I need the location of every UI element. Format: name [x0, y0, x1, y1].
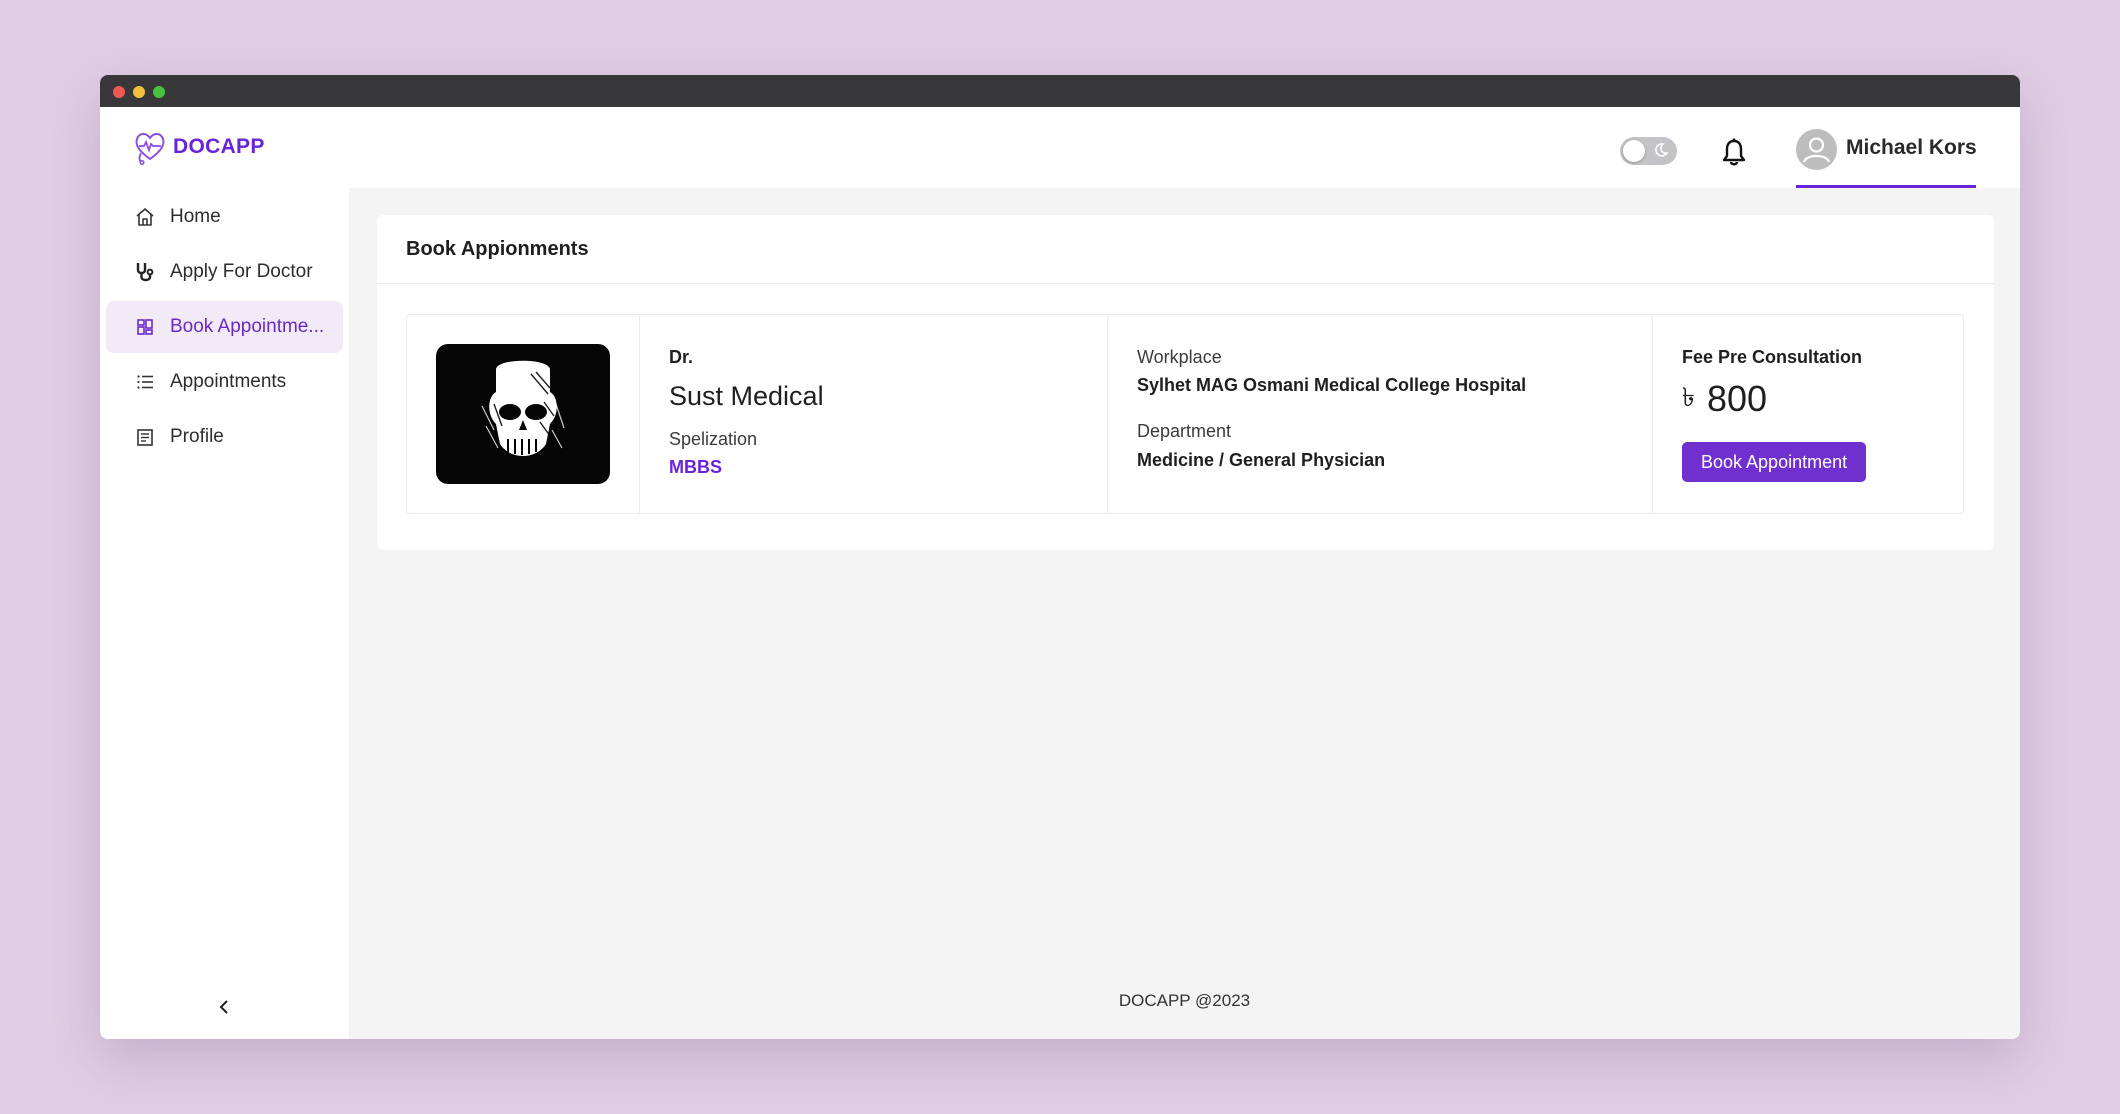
- app-window: DOCAPP Michael Kors Home Apply For Docto…: [100, 75, 2020, 1039]
- close-window-button[interactable]: [113, 86, 125, 98]
- app-logo[interactable]: DOCAPP: [133, 129, 265, 165]
- app-name: DOCAPP: [173, 135, 265, 158]
- currency-symbol: ৳: [1682, 382, 1695, 412]
- doctor-photo: [436, 344, 610, 484]
- specialization-value: MBBS: [669, 457, 722, 477]
- doctor-workplace-cell: Workplace Sylhet MAG Osmani Medical Coll…: [1108, 315, 1653, 513]
- theme-toggle[interactable]: [1620, 137, 1677, 165]
- heart-stethoscope-icon: [135, 133, 165, 165]
- sidebar-item-label: Appointments: [170, 371, 287, 392]
- workplace-value: Sylhet MAG Osmani Medical College Hospit…: [1137, 375, 1527, 395]
- user-menu[interactable]: Michael Kors: [1796, 129, 1977, 188]
- bell-icon[interactable]: [1720, 137, 1748, 167]
- list-icon: [137, 375, 153, 389]
- card-header: Book Appionments: [377, 215, 1994, 284]
- specialization-label: Spelization: [669, 429, 758, 449]
- profile-icon: [137, 429, 153, 446]
- grid-icon: [137, 319, 153, 335]
- book-appointment-button[interactable]: Book Appointment: [1682, 442, 1867, 482]
- doctor-card: Dr. Sust Medical Spelization MBBS Workpl…: [406, 314, 1964, 514]
- department-label: Department: [1137, 421, 1232, 441]
- sidebar-item-apply-for-doctor[interactable]: Apply For Doctor: [106, 246, 343, 298]
- sidebar-item-appointments[interactable]: Appointments: [106, 356, 343, 408]
- fee-value: 800: [1706, 378, 1768, 419]
- minimize-window-button[interactable]: [133, 86, 145, 98]
- toggle-knob: [1623, 140, 1645, 162]
- user-icon: [1802, 137, 1831, 163]
- doctor-photo-cell: [407, 315, 640, 513]
- main-content: Book Appionments Dr. Sust Medical Speliz…: [349, 188, 2020, 1039]
- sidebar-item-profile[interactable]: Profile: [106, 411, 343, 463]
- stethoscope-icon: [136, 263, 154, 282]
- sidebar-item-label: Apply For Doctor: [170, 261, 313, 282]
- doctor-name: Sust Medical: [669, 381, 824, 411]
- sidebar-item-label: Home: [170, 206, 221, 227]
- top-header: DOCAPP Michael Kors: [100, 107, 2020, 188]
- avatar: [1796, 129, 1837, 170]
- doctor-name-cell: Dr. Sust Medical Spelization MBBS: [640, 315, 1108, 513]
- user-name: Michael Kors: [1846, 136, 1977, 159]
- sidebar-item-label: Book Appointme...: [170, 316, 325, 337]
- window-titlebar: [100, 75, 2020, 107]
- fee-amount: ৳ 800: [1682, 377, 1767, 421]
- maximize-window-button[interactable]: [153, 86, 165, 98]
- collapse-sidebar-icon[interactable]: [210, 993, 238, 1021]
- doctor-prefix: Dr.: [669, 347, 694, 367]
- fee-label: Fee Pre Consultation: [1682, 347, 1863, 367]
- sidebar: Home Apply For Doctor Book Appointme...: [100, 188, 349, 1039]
- sidebar-item-label: Profile: [170, 426, 224, 447]
- page-title: Book Appionments: [406, 237, 589, 260]
- home-icon: [136, 208, 154, 226]
- skull-image: [481, 360, 565, 456]
- book-appointments-card: Book Appionments Dr. Sust Medical Speliz…: [377, 215, 1994, 550]
- sidebar-item-book-appointment[interactable]: Book Appointme...: [106, 301, 343, 353]
- sidebar-item-home[interactable]: Home: [106, 191, 343, 243]
- moon-icon: [1655, 143, 1669, 157]
- doctor-fee-cell: Fee Pre Consultation ৳ 800 Book Appointm…: [1653, 315, 1963, 513]
- footer-text: DOCAPP @2023: [1118, 991, 1251, 1010]
- department-value: Medicine / General Physician: [1137, 450, 1386, 470]
- workplace-label: Workplace: [1137, 347, 1222, 367]
